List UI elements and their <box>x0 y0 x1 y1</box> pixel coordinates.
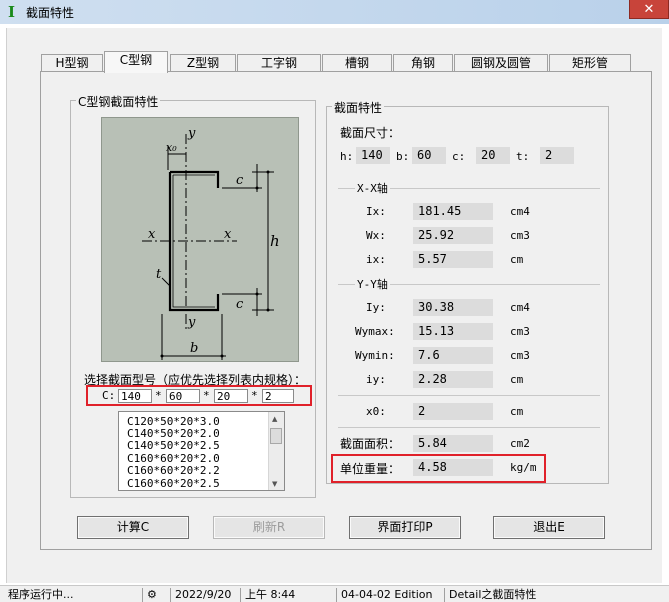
wx-unit: cm3 <box>510 229 530 242</box>
dim-t-value: 2 <box>540 147 574 164</box>
label-x0: x₀ <box>166 141 177 154</box>
properties-group-title: 截面特性 <box>332 99 385 116</box>
scroll-down-icon[interactable]: ▼ <box>272 480 277 488</box>
wx-label: Wx: <box>366 229 386 242</box>
iy-radius-label: iy: <box>366 373 386 386</box>
weight-label: 单位重量： <box>340 462 401 476</box>
wymin-value: 7.6 <box>413 347 493 364</box>
tab-c-steel[interactable]: C型钢 <box>104 51 168 73</box>
scroll-up-icon[interactable]: ▲ <box>272 415 277 423</box>
wx-value: 25.92 <box>413 227 493 244</box>
dim-b-label: b: <box>396 150 410 163</box>
status-module: Detail之截面特性 <box>444 588 574 602</box>
label-x-right: x <box>224 227 232 242</box>
label-t: t <box>156 267 162 282</box>
weight-unit: kg/m <box>510 461 537 474</box>
label-c-top: c <box>236 173 244 188</box>
tab-z-steel[interactable]: Z型钢 <box>170 54 236 71</box>
tab-angle[interactable]: 角钢 <box>393 54 453 71</box>
label-y-top: y <box>187 126 196 141</box>
window-title: 截面特性 <box>26 6 75 20</box>
status-edition: 04-04-02 Edition <box>336 588 442 602</box>
iy-unit: cm4 <box>510 301 530 314</box>
section-diagram: y x₀ c x x h t c y b <box>101 117 299 362</box>
status-gear-icon: ⚙ <box>142 588 168 602</box>
label-y-bottom: y <box>187 315 196 330</box>
wymin-label: Wymin: <box>355 349 395 362</box>
scroll-thumb[interactable] <box>270 428 282 444</box>
ix-radius-unit: cm <box>510 253 524 266</box>
c-steel-group-title: C型钢截面特性 <box>76 93 161 110</box>
dim-c-value: 20 <box>476 147 510 164</box>
dim-b-value: 60 <box>412 147 446 164</box>
tab-rect-tube[interactable]: 矩形管 <box>549 54 631 71</box>
dim-h-value: 140 <box>356 147 390 164</box>
xx-axis-title: X-X轴 <box>355 180 390 196</box>
x0-label: x0: <box>366 405 386 418</box>
status-bar: 程序运行中... ⚙ 2022/9/20 上午 8:44 04-04-02 Ed… <box>0 585 669 602</box>
ix-unit: cm4 <box>510 205 530 218</box>
wymax-unit: cm3 <box>510 325 530 338</box>
label-b: b <box>190 341 198 356</box>
weight-value: 4.58 <box>413 459 493 476</box>
iy-radius-unit: cm <box>510 373 524 386</box>
tab-i-beam[interactable]: 工字钢 <box>237 54 321 71</box>
spec-h-input[interactable]: 140 <box>118 389 152 403</box>
yy-axis-title: Y-Y轴 <box>355 276 390 292</box>
ix-radius-label: ix: <box>366 253 386 266</box>
ix-radius-value: 5.57 <box>413 251 493 268</box>
tab-h-steel[interactable]: H型钢 <box>41 54 103 71</box>
ix-value: 181.45 <box>413 203 493 220</box>
calculate-button[interactable]: 计算C <box>77 516 189 539</box>
tab-channel[interactable]: 槽钢 <box>322 54 392 71</box>
tab-round-tube[interactable]: 圆钢及圆管 <box>454 54 548 71</box>
wymin-unit: cm3 <box>510 349 530 362</box>
dims-label: 截面尺寸： <box>340 126 401 140</box>
list-scrollbar[interactable]: ▲ ▼ <box>268 412 284 490</box>
x0-divider <box>338 395 600 396</box>
label-c-bottom: c <box>236 297 244 312</box>
print-button[interactable]: 界面打印P <box>349 516 461 539</box>
spec-c-input[interactable]: 20 <box>214 389 248 403</box>
status-running: 程序运行中... <box>8 588 74 601</box>
area-value: 5.84 <box>413 435 493 452</box>
status-time: 上午 8:44 <box>240 588 302 602</box>
dim-t-label: t: <box>516 150 530 163</box>
ix-label: Ix: <box>366 205 386 218</box>
status-date: 2022/9/20 <box>170 588 238 602</box>
iy-value: 30.38 <box>413 299 493 316</box>
label-h: h <box>270 232 280 250</box>
label-x-left: x <box>148 227 156 242</box>
title-bar: I 截面特性 ✕ <box>0 0 669 25</box>
app-icon: I <box>8 3 16 21</box>
list-item[interactable]: C160*60*20*2.2 <box>127 464 220 477</box>
spec-t-input[interactable]: 2 <box>262 389 294 403</box>
spec-listbox[interactable]: C120*50*20*3.0 C140*50*20*2.0 C140*50*20… <box>118 411 285 491</box>
area-label: 截面面积： <box>340 437 401 451</box>
iy-radius-value: 2.28 <box>413 371 493 388</box>
refresh-button[interactable]: 刷新R <box>213 516 325 539</box>
spec-sep: * <box>251 389 258 402</box>
list-item[interactable]: C140*50*20*2.5 <box>127 439 220 452</box>
wymax-label: Wymax: <box>355 325 395 338</box>
exit-button[interactable]: 退出E <box>493 516 605 539</box>
dim-c-label: c: <box>452 150 466 163</box>
x0-unit: cm <box>510 405 524 418</box>
list-item[interactable]: C160*60*20*2.5 <box>127 477 220 490</box>
area-unit: cm2 <box>510 437 530 450</box>
close-button[interactable]: ✕ <box>629 0 669 19</box>
iy-label: Iy: <box>366 301 386 314</box>
x0-value: 2 <box>413 403 493 420</box>
area-divider <box>338 427 600 428</box>
dim-h-label: h: <box>340 150 354 163</box>
spec-sep: * <box>155 389 162 402</box>
wymax-value: 15.13 <box>413 323 493 340</box>
c-section-drawing: y x₀ c x x h t c y b <box>142 126 280 360</box>
spec-b-input[interactable]: 60 <box>166 389 200 403</box>
spec-prefix: C: <box>102 389 116 402</box>
spec-sep: * <box>203 389 210 402</box>
